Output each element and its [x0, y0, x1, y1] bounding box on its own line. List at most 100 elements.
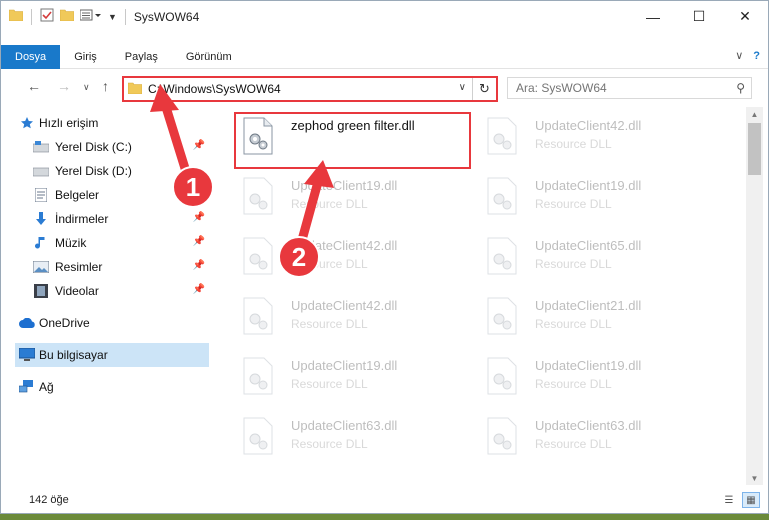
help-icon[interactable]: ?: [753, 50, 760, 62]
file-type: Resource DLL: [291, 317, 368, 331]
search-input[interactable]: [516, 81, 726, 95]
file-type: Resource DLL: [535, 137, 612, 151]
file-item[interactable]: UpdateClient65.dll Resource DLL: [479, 229, 719, 287]
file-highlight-box: [234, 112, 471, 169]
file-item[interactable]: UpdateClient42.dll Resource DLL: [479, 109, 719, 167]
file-item[interactable]: UpdateClient19.dll Resource DLL: [479, 169, 719, 227]
search-icon[interactable]: ⚲: [736, 81, 745, 95]
toolbar-divider: [31, 8, 32, 25]
file-item[interactable]: UpdateClient21.dll Resource DLL: [479, 289, 719, 347]
sidebar-item-videos[interactable]: Videolar 📌: [15, 279, 209, 303]
sidebar-item-label: Yerel Disk (D:): [55, 164, 132, 178]
refresh-button[interactable]: ↻: [472, 78, 496, 100]
tab-dosya[interactable]: Dosya: [1, 44, 61, 69]
explorer-window: ▼ SysWOW64 — ☐ ✕ Dosya Giriş Paylaş Görü…: [0, 0, 769, 514]
file-item[interactable]: UpdateClient63.dll Resource DLL: [479, 409, 719, 467]
scroll-thumb[interactable]: [748, 123, 761, 175]
close-button[interactable]: ✕: [722, 1, 768, 32]
file-name: UpdateClient19.dll: [535, 178, 642, 193]
dll-file-icon: [243, 177, 273, 215]
sidebar-item-pictures[interactable]: Resimler 📌: [15, 255, 209, 279]
quick-access-toolbar: ▼: [1, 8, 128, 25]
file-name: UpdateClient21.dll: [535, 298, 642, 313]
sidebar-item-label: Belgeler: [55, 188, 100, 202]
dll-file-icon: [487, 357, 517, 395]
ribbon-expand-icon[interactable]: ∨: [735, 49, 743, 62]
pin-icon[interactable]: 📌: [193, 212, 205, 223]
ribbon-tabs: Dosya Giriş Paylaş Görünüm ∨ ?: [1, 44, 768, 69]
sidebar-item-label: OneDrive: [39, 316, 90, 330]
sidebar-item-this-pc[interactable]: Bu bilgisayar: [15, 343, 209, 367]
documents-icon: [33, 187, 49, 203]
scroll-up-icon[interactable]: ▲: [746, 107, 763, 121]
file-name: UpdateClient19.dll: [535, 358, 642, 373]
status-bar: 142 öğe ☰ ▦: [1, 489, 768, 513]
file-item[interactable]: UpdateClient42.dll Resource DLL: [235, 289, 475, 347]
sidebar-item-label: Bu bilgisayar: [39, 348, 108, 362]
vertical-scrollbar[interactable]: ▲ ▼: [746, 107, 763, 485]
sidebar-item-quick-access[interactable]: Hızlı erişim: [15, 111, 209, 135]
new-folder-icon[interactable]: [59, 9, 75, 24]
forward-arrow-icon[interactable]: →: [57, 78, 71, 94]
tab-paylas[interactable]: Paylaş: [111, 45, 172, 69]
pin-icon[interactable]: 📌: [193, 284, 205, 295]
download-icon: [33, 211, 49, 227]
pin-icon[interactable]: 📌: [193, 140, 205, 151]
item-count: 142 öğe: [29, 494, 69, 506]
pin-icon[interactable]: 📌: [193, 260, 205, 271]
properties-icon[interactable]: [40, 8, 54, 25]
sidebar-item-music[interactable]: Müzik 📌: [15, 231, 209, 255]
details-view-icon[interactable]: ☰: [720, 492, 738, 508]
navigation-pane: Hızlı erişim Yerel Disk (C:) 📌 Yerel Dis…: [15, 111, 209, 399]
computer-icon: [19, 347, 35, 363]
toolbar-dropdown-icon[interactable]: ▼: [108, 12, 117, 22]
pictures-icon: [33, 259, 49, 275]
file-name: UpdateClient42.dll: [291, 298, 398, 313]
view-switcher: ☰ ▦: [720, 492, 760, 508]
tab-gorunum[interactable]: Görünüm: [172, 45, 246, 69]
search-box[interactable]: ⚲: [507, 77, 752, 99]
file-item[interactable]: UpdateClient19.dll Resource DLL: [235, 349, 475, 407]
back-arrow-icon[interactable]: ←: [27, 78, 41, 94]
pin-icon[interactable]: 📌: [193, 236, 205, 247]
ribbon-right-controls: ∨ ?: [735, 49, 760, 63]
up-arrow-icon[interactable]: ↑: [102, 78, 109, 94]
sidebar-item-label: Resimler: [55, 260, 103, 274]
address-path[interactable]: C:\Windows\SysWOW64: [148, 82, 281, 96]
file-type: Resource DLL: [535, 437, 612, 451]
file-item[interactable]: UpdateClient19.dll Resource DLL: [479, 349, 719, 407]
customize-icon[interactable]: [79, 9, 102, 24]
sidebar-item-label: Ağ: [39, 380, 54, 394]
sidebar-item-downloads[interactable]: İndirmeler 📌: [15, 207, 209, 231]
sidebar-item-label: Videolar: [55, 284, 99, 298]
file-item[interactable]: UpdateClient63.dll Resource DLL: [235, 409, 475, 467]
minimize-button[interactable]: —: [630, 1, 676, 32]
address-row: ← → ∨ ↑ C:\Windows\SysWOW64 ∨ ↻ ⚲: [1, 73, 768, 103]
drive-icon: [33, 163, 49, 179]
file-name: UpdateClient19.dll: [291, 178, 398, 193]
dll-file-icon: [487, 297, 517, 335]
address-bar[interactable]: C:\Windows\SysWOW64 ∨ ↻: [122, 76, 498, 102]
dll-file-icon: [487, 117, 517, 155]
sidebar-item-label: İndirmeler: [55, 212, 109, 226]
dll-file-icon: [243, 357, 273, 395]
file-item[interactable]: UpdateClient42.dll Resource DLL: [235, 229, 475, 287]
chevron-down-icon[interactable]: ∨: [459, 82, 466, 93]
tab-giris[interactable]: Giriş: [60, 45, 111, 69]
toolbar-divider: [124, 8, 126, 25]
sidebar-item-onedrive[interactable]: OneDrive: [15, 311, 209, 335]
tiles-view-icon[interactable]: ▦: [742, 492, 760, 508]
maximize-button[interactable]: ☐: [676, 1, 722, 32]
dll-file-icon: [243, 297, 273, 335]
scroll-down-icon[interactable]: ▼: [746, 471, 763, 485]
drive-icon: [33, 139, 49, 155]
sidebar-item-network[interactable]: Ağ: [15, 375, 209, 399]
star-icon: [19, 115, 35, 131]
title-bar: ▼ SysWOW64 — ☐ ✕: [1, 1, 768, 32]
file-item[interactable]: UpdateClient19.dll Resource DLL: [235, 169, 475, 227]
recent-locations-icon[interactable]: ∨: [83, 82, 90, 93]
sidebar-item-label: Yerel Disk (C:): [55, 140, 132, 154]
sidebar-item-local-disk-c[interactable]: Yerel Disk (C:) 📌: [15, 135, 209, 159]
